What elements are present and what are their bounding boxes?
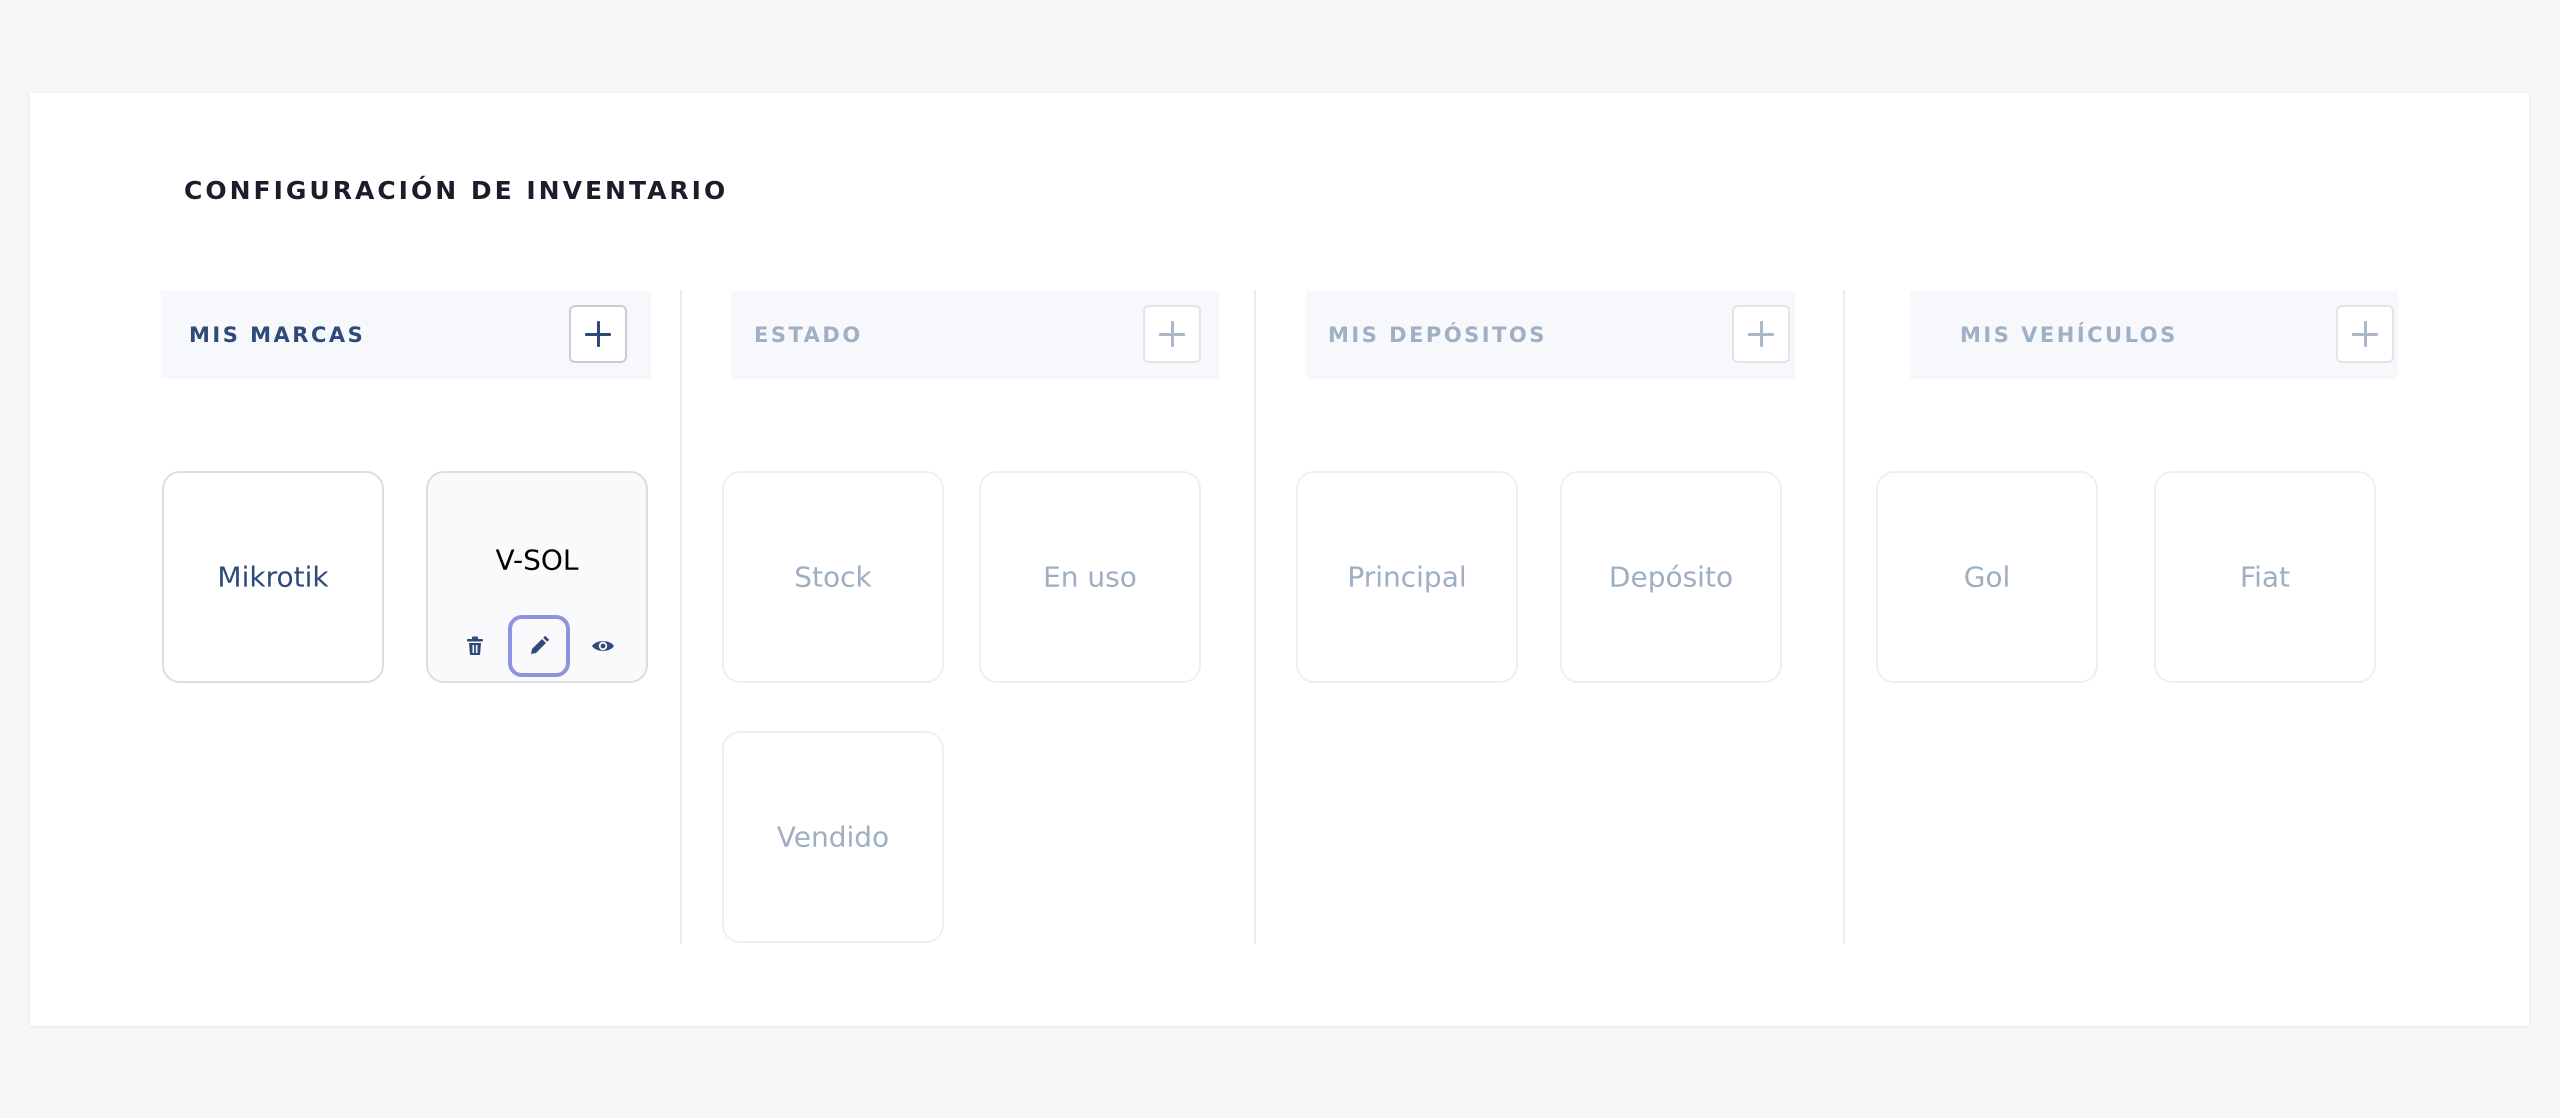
card-label: Gol [1963, 560, 2011, 594]
column-header-estado: ESTADO [731, 291, 1219, 379]
column-title: MIS DEPÓSITOS [1328, 323, 1547, 347]
card-label: Depósito [1608, 560, 1734, 594]
card-actions [428, 615, 646, 681]
card-label: Vendido [776, 820, 890, 854]
page-title: CONFIGURACIÓN DE INVENTARIO [184, 176, 729, 205]
card-label: Fiat [2240, 560, 2290, 594]
card-estado-vendido[interactable]: Vendido [722, 731, 944, 943]
card-estado-en-uso[interactable]: En uso [979, 471, 1201, 683]
pencil-icon [531, 636, 549, 654]
add-marca-button[interactable] [569, 305, 627, 363]
edit-button[interactable] [508, 615, 570, 677]
card-estado-stock[interactable]: Stock [722, 471, 944, 683]
card-vehiculo-gol[interactable]: Gol [1876, 471, 2098, 683]
card-label: Stock [794, 560, 872, 594]
add-estado-button[interactable] [1143, 305, 1201, 363]
column-divider [1843, 290, 1845, 944]
card-deposito-principal[interactable]: Principal [1296, 471, 1518, 683]
column-header-marcas: MIS MARCAS [161, 291, 651, 379]
add-deposito-button[interactable] [1732, 305, 1790, 363]
column-title: MIS VEHÍCULOS [1960, 323, 2178, 347]
card-vehiculo-fiat[interactable]: Fiat [2154, 471, 2376, 683]
card-deposito-deposito[interactable]: Depósito [1560, 471, 1782, 683]
eye-icon [592, 641, 614, 651]
column-header-vehiculos: MIS VEHÍCULOS [1910, 291, 2398, 379]
column-divider [1254, 290, 1256, 944]
delete-button[interactable] [444, 615, 506, 677]
card-label: En uso [1043, 560, 1137, 594]
trash-icon [467, 636, 483, 655]
column-divider [680, 290, 682, 944]
column-title: ESTADO [754, 323, 863, 347]
view-button[interactable] [572, 615, 634, 677]
card-marca-mikrotik[interactable]: Mikrotik [162, 471, 384, 683]
add-vehiculo-button[interactable] [2336, 305, 2394, 363]
column-title: MIS MARCAS [189, 323, 366, 347]
column-header-depositos: MIS DEPÓSITOS [1306, 291, 1795, 379]
card-label: V-SOL [495, 543, 579, 577]
card-label: Principal [1347, 560, 1467, 594]
card-marca-vsol[interactable]: V-SOL [426, 471, 648, 683]
card-label: Mikrotik [217, 560, 329, 594]
